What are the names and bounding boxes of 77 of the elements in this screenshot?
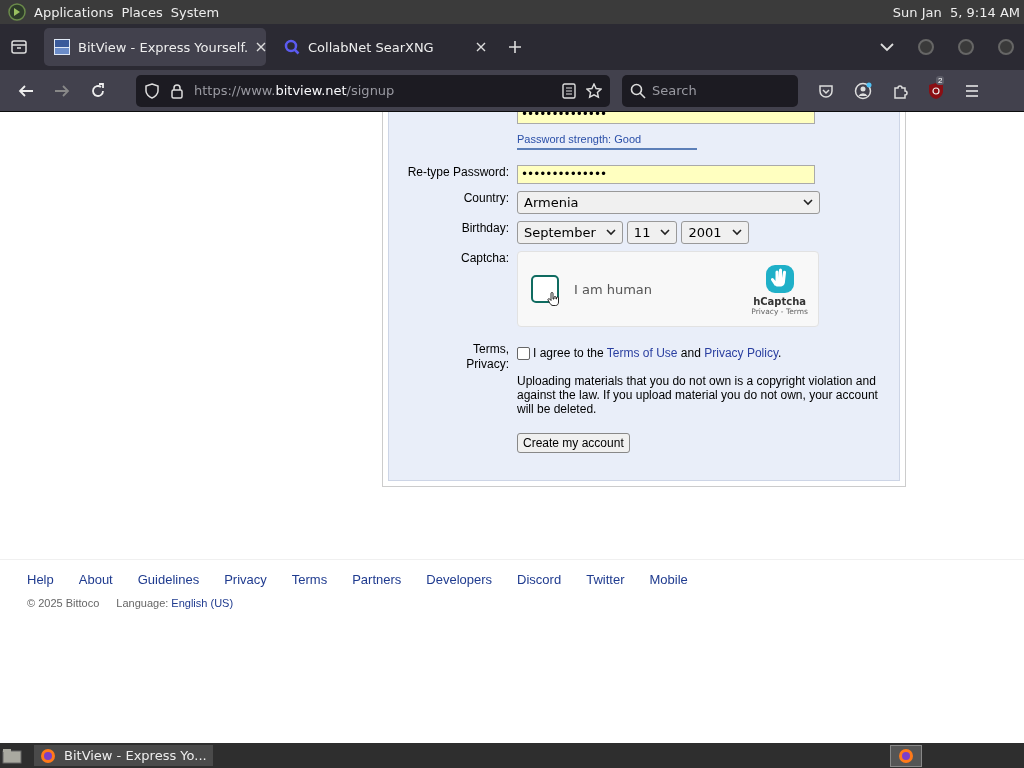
chevron-down-icon	[803, 199, 813, 206]
search-field[interactable]: Search	[622, 74, 798, 107]
star-icon[interactable]	[586, 82, 602, 99]
chevron-down-icon	[660, 229, 671, 236]
terms-agreement-text: I agree to the Terms of Use and Privacy Policy.	[533, 346, 782, 360]
copyright-notice: Uploading materials that you do not own is a copyright violation and against the law. If you upload material you do not own, your account will be deleted.	[517, 374, 879, 416]
password-field[interactable]: ••••••••••••••	[517, 165, 815, 184]
captcha-checkbox[interactable]	[531, 275, 559, 303]
footer-link[interactable]: Privacy	[224, 572, 267, 587]
footer-link[interactable]: Developers	[426, 572, 493, 587]
dropdown[interactable]: 11	[626, 221, 678, 244]
field-label: Terms, Privacy:	[466, 342, 509, 371]
pocket-icon[interactable]	[818, 82, 834, 99]
dropdown[interactable]: September	[517, 221, 623, 244]
address-bar[interactable]: https://www.bitview.net/signup	[136, 74, 610, 107]
reload-icon[interactable]	[90, 82, 106, 99]
captcha-brand: hCaptcha	[753, 296, 807, 307]
browser-logo-icon	[898, 747, 914, 764]
back-arrow-icon[interactable]	[18, 82, 34, 99]
window-control-icon[interactable]	[998, 39, 1014, 55]
pointer-hand-icon	[547, 292, 559, 306]
captcha-label: I am human	[574, 281, 653, 297]
taskbar-window-button[interactable]: BitView - Express Yo...	[34, 745, 213, 766]
terms-checkbox[interactable]	[517, 346, 530, 360]
url-text[interactable]: https://www.bitview.net/signup	[194, 83, 395, 98]
footer-link[interactable]: Partners	[352, 572, 402, 587]
dropdown[interactable]: Armenia	[517, 191, 820, 214]
extension-badge: 2	[936, 75, 945, 85]
tab-list-icon[interactable]	[10, 38, 28, 56]
field-label: Country:	[463, 191, 509, 205]
close-icon[interactable]	[476, 42, 486, 52]
account-icon[interactable]	[854, 81, 872, 100]
footer-link[interactable]: Discord	[517, 572, 562, 587]
chevron-down-icon[interactable]	[880, 42, 894, 52]
puzzle-piece-icon[interactable]	[892, 82, 908, 99]
browser-tab[interactable]: BitView - Express Yourself.	[44, 28, 266, 66]
password-field[interactable]: ••••••••••••••	[517, 112, 815, 124]
field-label: Re-type Password:	[407, 165, 509, 179]
search-icon	[630, 82, 646, 99]
new-tab-icon[interactable]	[508, 40, 522, 54]
copyright-text: © 2025 Bittoco	[27, 597, 100, 609]
browser-logo-icon	[40, 747, 56, 764]
browser-tab[interactable]: CollabNet SearXNG	[274, 28, 496, 66]
system-logo-icon[interactable]	[8, 3, 26, 21]
terms-of-use-link[interactable]: Terms of Use	[606, 346, 678, 360]
show-desktop-icon[interactable]	[2, 747, 22, 764]
language-label: Language:	[116, 597, 169, 609]
padlock-icon	[170, 82, 184, 99]
password-strength-text: Password strength: Good	[517, 133, 643, 145]
menu-icon[interactable]	[964, 82, 980, 99]
create-account-button[interactable]: Create my account	[517, 433, 630, 453]
clock[interactable]: Sun Jan 5, 9:14 AM	[892, 4, 1020, 20]
site-favicon-icon	[54, 39, 70, 55]
dropdown[interactable]: 2001	[681, 221, 749, 244]
field-label: Birthday:	[461, 221, 509, 235]
window-control-icon[interactable]	[958, 39, 974, 55]
chevron-down-icon	[605, 229, 616, 236]
shield-extension-icon[interactable]	[928, 81, 944, 100]
footer-link[interactable]: Twitter	[586, 572, 625, 587]
footer-link[interactable]: Guidelines	[137, 572, 200, 587]
language-link[interactable]: English (US)	[171, 597, 234, 609]
footer-link[interactable]: Terms	[291, 572, 328, 587]
panel-menu[interactable]: System	[170, 4, 220, 20]
forward-arrow-icon[interactable]	[54, 82, 70, 99]
window-control-icon[interactable]	[918, 39, 934, 55]
panel-menu[interactable]: Applications	[34, 4, 114, 20]
magnifier-icon	[284, 39, 300, 55]
footer-link[interactable]: Help	[27, 572, 54, 587]
tray-launcher[interactable]	[890, 744, 922, 767]
close-icon[interactable]	[256, 42, 267, 52]
panel-menu[interactable]: Places	[121, 4, 163, 20]
reader-view-icon[interactable]	[562, 82, 576, 99]
shield-icon	[144, 82, 160, 99]
field-label: Captcha:	[460, 251, 509, 265]
footer-link[interactable]: Mobile	[649, 572, 688, 587]
chevron-down-icon	[731, 229, 742, 236]
footer-link[interactable]: About	[78, 572, 113, 587]
